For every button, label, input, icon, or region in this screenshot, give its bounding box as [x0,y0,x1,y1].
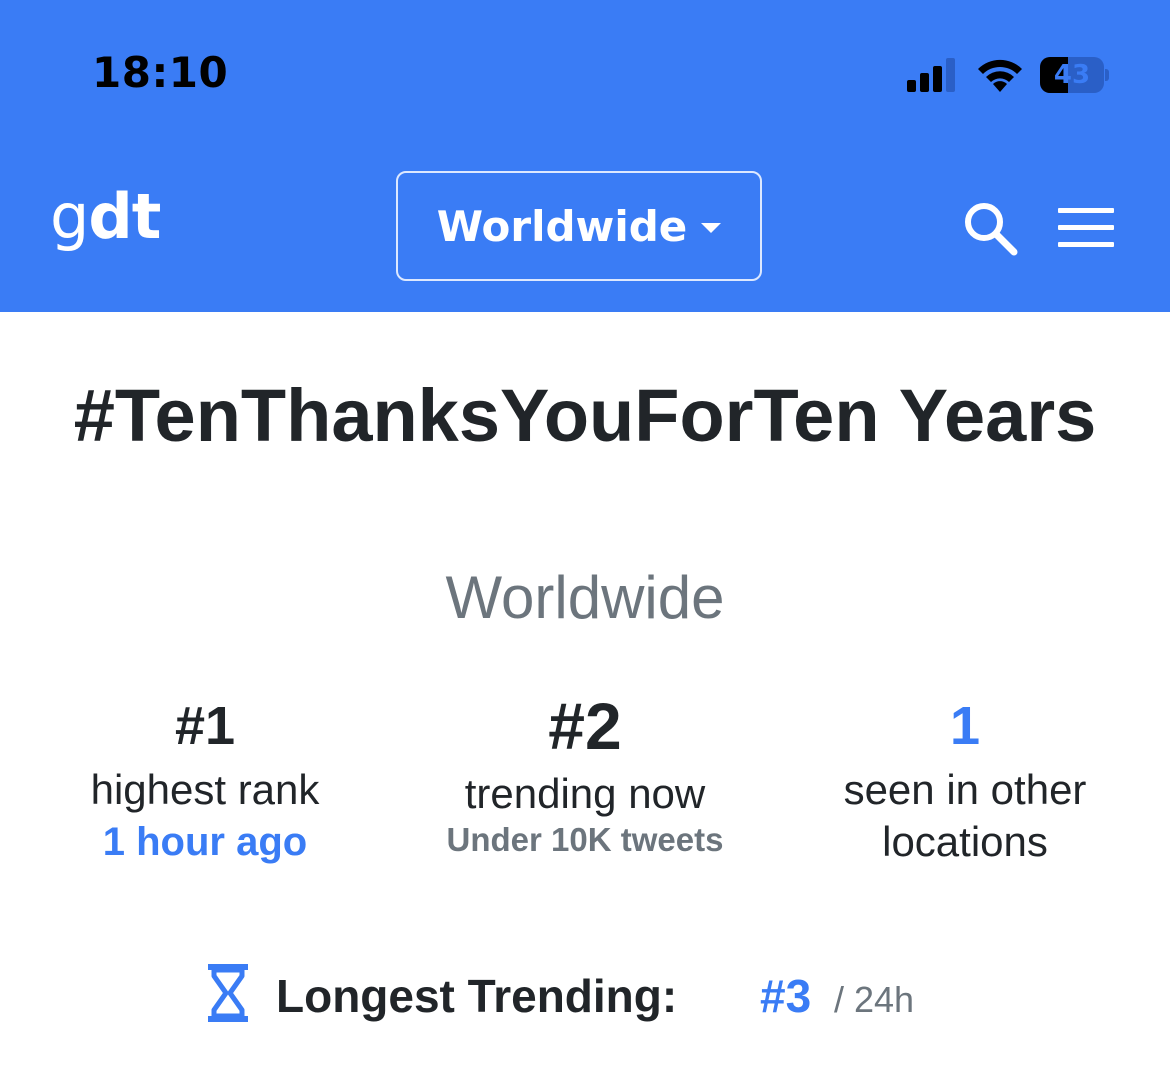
stat-trending-now: #2 trending now Under 10K tweets [420,690,750,860]
highest-rank-value: #1 [174,696,236,756]
trend-title: #TenThanksYouForTen Years [73,374,1097,457]
logo-letter-g: g [50,180,89,253]
longest-trending-period: / 24h [834,979,915,1020]
trend-location: Worldwide [445,564,725,631]
location-dropdown-button[interactable]: Worldwide [396,171,762,281]
site-logo[interactable]: gdt [50,186,161,248]
search-icon[interactable] [962,200,1018,256]
stat-highest-rank: #1 highest rank 1 hour ago [55,694,355,868]
stat-other-locations: 1 seen in other locations [815,694,1115,868]
battery-icon: 43 [1040,57,1109,93]
signal-icon [907,58,955,92]
location-dropdown-label: Worldwide [436,201,688,251]
longest-trending-rank-link[interactable]: #3 [760,968,811,1024]
logo-letters-dt: dt [88,180,161,253]
other-locations-label: seen in other locations [843,766,1087,865]
highest-rank-time-link[interactable]: 1 hour ago [55,816,355,868]
caret-down-icon [701,223,722,233]
top-header: 18:10 43 gdt Worldwide [0,0,1170,312]
hourglass-icon [208,964,248,1022]
other-locations-count-link[interactable]: 1 [815,694,1115,758]
trending-now-label: trending now [464,770,706,817]
trending-now-value: #2 [548,689,622,763]
status-time: 18:10 [92,48,229,97]
highest-rank-label: highest rank [90,766,320,813]
tweet-volume-note: Under 10K tweets [446,821,724,858]
longest-trending-label: Longest Trending: [276,970,678,1022]
longest-trending-row: Longest Trending: #3 / 24h [206,962,966,1026]
menu-icon[interactable] [1058,208,1114,248]
wifi-icon [978,59,1022,92]
battery-level: 43 [1053,60,1091,90]
